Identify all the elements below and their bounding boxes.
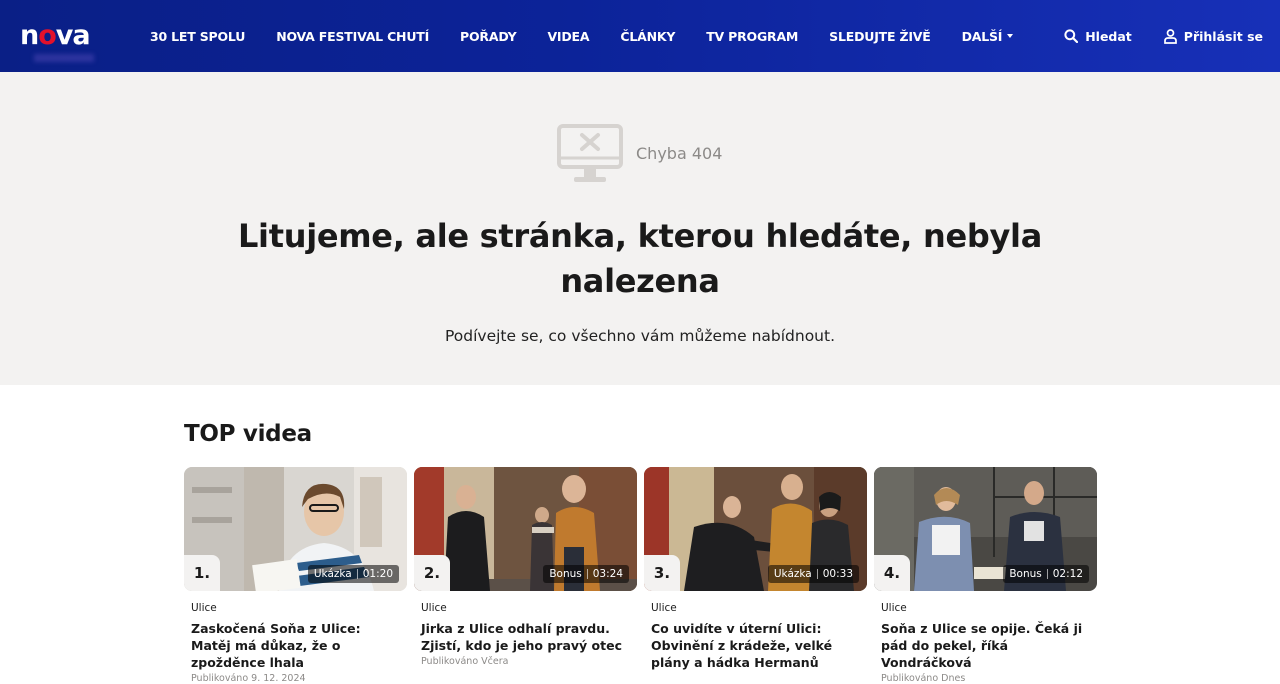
nova-logo[interactable]: nova	[20, 22, 98, 62]
video-thumbnail[interactable]: 3. Ukázka 00:33	[644, 467, 867, 591]
error-title: Litujeme, ale stránka, kterou hledáte, n…	[237, 217, 1043, 300]
logo-o: o	[38, 20, 57, 51]
monitor-error-icon	[556, 123, 624, 189]
site-header: nova 30 LET SPOLU NOVA FESTIVAL CHUTÍ PO…	[0, 0, 1280, 72]
video-card[interactable]: 4. Bonus 02:12 Ulice Soňa z Ulice se opi…	[874, 467, 1097, 684]
nav-item-clanky[interactable]: ČLÁNKY	[620, 29, 675, 44]
logo-va: va	[55, 20, 91, 51]
header-actions: Hledat Přihlásit se	[1064, 0, 1263, 72]
badge-divider	[816, 569, 818, 579]
search-label: Hledat	[1085, 28, 1132, 44]
nav-item-30-let[interactable]: 30 LET SPOLU	[150, 29, 245, 44]
video-category[interactable]: Ulice	[881, 602, 1097, 614]
rank-badge: 1.	[184, 555, 220, 591]
error-code: Chyba 404	[636, 144, 723, 163]
caret-down-icon	[1007, 34, 1014, 38]
video-thumbnail[interactable]: 1. Ukázka 01:20	[184, 467, 407, 591]
video-badge: Bonus 02:12	[1003, 565, 1089, 583]
nav-item-sledujte-zive[interactable]: SLEDUJTE ŽIVĚ	[829, 28, 931, 44]
video-title[interactable]: Jirka z Ulice odhalí pravdu. Zjistí, kdo…	[421, 620, 631, 654]
video-category[interactable]: Ulice	[651, 602, 867, 614]
video-duration: 01:20	[362, 568, 393, 580]
nav-label: DALŠÍ	[961, 28, 1003, 44]
video-badge: Ukázka 00:33	[767, 565, 859, 583]
nav-label: NOVA FESTIVAL CHUTÍ	[276, 28, 430, 44]
badge-type: Bonus	[1009, 568, 1042, 580]
video-card[interactable]: 1. Ukázka 01:20 Ulice Zaskočená Soňa z U…	[184, 467, 407, 684]
logo-subtitle-blur	[34, 54, 94, 62]
nav-label: ČLÁNKY	[620, 28, 676, 44]
video-thumbnail[interactable]: 4. Bonus 02:12	[874, 467, 1097, 591]
video-card[interactable]: 3. Ukázka 00:33 Ulice Co uvidíte v útern…	[644, 467, 867, 684]
login-button[interactable]: Přihlásit se	[1163, 28, 1263, 44]
badge-type: Ukázka	[313, 568, 352, 580]
video-date: Publikováno Včera	[421, 656, 509, 667]
badge-divider	[1046, 569, 1048, 579]
nav-item-dalsi[interactable]: DALŠÍ	[962, 29, 1014, 44]
video-date: Publikováno Dnes	[881, 673, 966, 684]
rank-badge: 2.	[414, 555, 450, 591]
nav-label: POŘADY	[460, 28, 517, 44]
nav-item-videa[interactable]: VIDEA	[547, 29, 589, 44]
nav-label: SLEDUJTE ŽIVĚ	[829, 28, 931, 44]
nav-item-porady[interactable]: POŘADY	[460, 28, 517, 44]
video-list: 1. Ukázka 01:20 Ulice Zaskočená Soňa z U…	[184, 467, 1097, 684]
video-date: Publikováno 9. 12. 2024	[191, 673, 306, 684]
video-title[interactable]: Zaskočená Soňa z Ulice: Matěj má důkaz, …	[191, 620, 401, 671]
video-duration: 02:12	[1052, 568, 1083, 580]
video-duration: 03:24	[592, 568, 623, 580]
badge-divider	[356, 569, 358, 579]
video-badge: Ukázka 01:20	[307, 565, 399, 583]
nav-item-tv-program[interactable]: TV PROGRAM	[706, 29, 798, 44]
main-nav: 30 LET SPOLU NOVA FESTIVAL CHUTÍ POŘADY …	[150, 0, 1014, 72]
nav-item-festival[interactable]: NOVA FESTIVAL CHUTÍ	[276, 29, 429, 44]
nav-label: TV PROGRAM	[706, 28, 799, 44]
section-title: TOP videa	[184, 421, 312, 447]
login-label: Přihlásit se	[1183, 28, 1263, 44]
video-category[interactable]: Ulice	[421, 602, 637, 614]
nav-label: VIDEA	[547, 28, 590, 44]
video-card[interactable]: 2. Bonus 03:24 Ulice Jirka z Ulice odhal…	[414, 467, 637, 684]
search-button[interactable]: Hledat	[1064, 29, 1132, 44]
rank-badge: 3.	[644, 555, 680, 591]
search-icon	[1064, 29, 1079, 43]
video-title[interactable]: Co uvidíte v úterní Ulici: Obvinění z kr…	[651, 620, 861, 671]
badge-divider	[586, 569, 588, 579]
video-badge: Bonus 03:24	[543, 565, 629, 583]
video-category[interactable]: Ulice	[191, 602, 407, 614]
nav-label: 30 LET SPOLU	[150, 28, 246, 44]
badge-type: Ukázka	[773, 568, 812, 580]
video-title[interactable]: Soňa z Ulice se opije. Čeká ji pád do pe…	[881, 620, 1091, 671]
badge-type: Bonus	[549, 568, 582, 580]
rank-badge: 4.	[874, 555, 910, 591]
user-icon	[1163, 28, 1177, 44]
video-thumbnail[interactable]: 2. Bonus 03:24	[414, 467, 637, 591]
video-duration: 00:33	[822, 568, 853, 580]
error-subtitle: Podívejte se, co všechno vám můžeme nabí…	[444, 327, 836, 345]
error-hero: Chyba 404 Litujeme, ale stránka, kterou …	[0, 72, 1280, 385]
logo-wordmark: nova	[20, 22, 98, 50]
logo-n: n	[20, 20, 39, 51]
